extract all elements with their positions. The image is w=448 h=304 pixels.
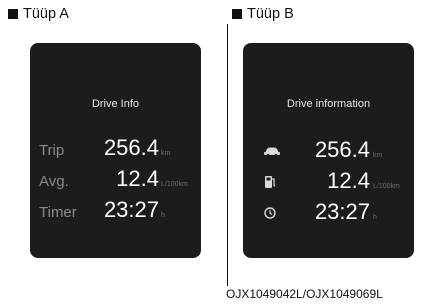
car-icon: [263, 144, 280, 158]
row-unit: L/100km: [373, 183, 400, 190]
trip-row: 256.4 km: [243, 137, 414, 163]
section-heading-type-b: Tüüp B: [232, 6, 294, 22]
fuel-row: 12.4 L/100km: [243, 168, 414, 194]
section-heading-type-a: Tüüp A: [8, 6, 69, 22]
trip-row: Trip 256.4 km: [30, 135, 201, 161]
screen-title: Drive Info: [91, 98, 140, 110]
row-unit: h: [373, 214, 377, 221]
vertical-divider: [227, 24, 228, 286]
section-title: Tüüp A: [23, 6, 69, 22]
timer-row: 23:27 h: [243, 199, 414, 225]
row-label: Avg.: [39, 173, 69, 190]
row-label: Trip: [39, 142, 65, 159]
row-unit: L/100km: [161, 181, 188, 188]
row-value: 23:27: [103, 197, 159, 222]
row-unit: km: [373, 152, 383, 159]
timer-row: Timer 23:27 h: [30, 197, 201, 223]
square-bullet-icon: [232, 9, 242, 19]
row-value: 256.4: [103, 135, 159, 160]
row-unit: h: [161, 212, 165, 219]
fuel-pump-icon: [263, 175, 279, 189]
row-unit: km: [161, 150, 171, 157]
square-bullet-icon: [8, 9, 18, 19]
figure-code-caption: OJX1049042L/OJX1049069L: [226, 287, 383, 301]
row-value: 12.4: [116, 166, 159, 191]
row-value: 23:27: [314, 199, 370, 224]
cluster-screen-type-a: Drive Info Trip 256.4 km Avg. 12.4 L/100…: [30, 43, 201, 258]
cluster-screen-type-b: Drive information 256.4 km 12.4 L/100km: [243, 43, 414, 258]
screen-title: Drive information: [286, 98, 371, 110]
row-value: 256.4: [314, 137, 370, 162]
section-title: Tüüp B: [247, 6, 294, 22]
row-value: 12.4: [327, 168, 370, 193]
average-row: Avg. 12.4 L/100km: [30, 166, 201, 192]
row-label: Timer: [39, 204, 77, 221]
clock-icon: [263, 206, 279, 220]
